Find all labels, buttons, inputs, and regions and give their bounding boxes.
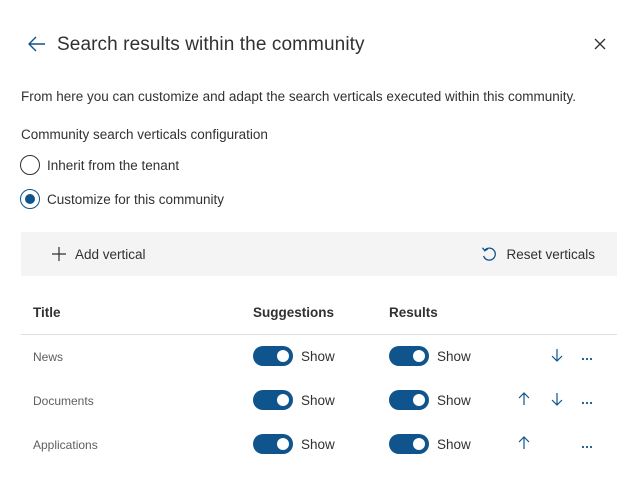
results-toggle[interactable]: Show	[389, 434, 471, 454]
plus-icon	[52, 247, 66, 261]
table-row: Documents Show Show	[21, 379, 617, 423]
close-button[interactable]	[588, 34, 612, 58]
toggle-label: Show	[301, 392, 335, 408]
column-header-title: Title	[33, 305, 61, 320]
move-up-button[interactable]	[513, 390, 535, 412]
toggle-label: Show	[301, 436, 335, 452]
more-icon	[581, 392, 593, 410]
more-options-button[interactable]	[576, 390, 598, 412]
toggle-label: Show	[437, 392, 471, 408]
reset-verticals-label: Reset verticals	[506, 246, 595, 262]
column-header-suggestions: Suggestions	[253, 305, 335, 320]
panel-title: Search results within the community	[57, 34, 365, 55]
results-toggle[interactable]: Show	[389, 390, 471, 410]
more-icon	[581, 348, 593, 366]
arrow-down-icon	[551, 348, 563, 367]
toggle-switch[interactable]	[253, 434, 293, 454]
suggestions-toggle[interactable]: Show	[253, 390, 335, 410]
add-vertical-button[interactable]: Add vertical	[52, 232, 146, 276]
arrow-down-icon	[551, 392, 563, 411]
description-text: From here you can customize and adapt th…	[21, 89, 577, 104]
search-results-panel: Search results within the community From…	[0, 0, 635, 489]
verticals-table: Title Suggestions Results News Show Show	[21, 293, 617, 467]
toggle-switch[interactable]	[389, 434, 429, 454]
suggestions-toggle[interactable]: Show	[253, 434, 335, 454]
radio-dot	[25, 194, 35, 204]
arrow-left-icon	[28, 36, 46, 57]
toggle-label: Show	[301, 348, 335, 364]
radio-button[interactable]	[20, 155, 40, 175]
toggle-knob	[277, 394, 289, 406]
reset-icon	[481, 246, 497, 262]
vertical-title: News	[33, 350, 64, 364]
close-icon	[594, 37, 606, 55]
move-down-button[interactable]	[546, 390, 568, 412]
toggle-switch[interactable]	[389, 390, 429, 410]
table-header: Title Suggestions Results	[21, 293, 617, 335]
arrow-up-icon	[518, 391, 530, 411]
more-options-button[interactable]	[576, 434, 598, 456]
radio-button-checked[interactable]	[20, 189, 40, 209]
move-down-button[interactable]	[546, 346, 568, 368]
toggle-knob	[413, 394, 425, 406]
back-button[interactable]	[24, 34, 50, 58]
reset-verticals-button[interactable]: Reset verticals	[481, 232, 595, 276]
config-label: Community search verticals configuration	[21, 127, 268, 142]
toggle-knob	[413, 350, 425, 362]
more-icon	[581, 436, 593, 454]
toggle-label: Show	[437, 348, 471, 364]
move-up-button[interactable]	[513, 434, 535, 456]
toggle-label: Show	[437, 436, 471, 452]
toggle-knob	[277, 438, 289, 450]
toggle-switch[interactable]	[389, 346, 429, 366]
vertical-title: Documents	[33, 394, 94, 408]
toggle-knob	[277, 350, 289, 362]
column-header-results: Results	[389, 305, 438, 320]
more-options-button[interactable]	[576, 346, 598, 368]
results-toggle[interactable]: Show	[389, 346, 471, 366]
arrow-up-icon	[518, 435, 530, 455]
command-bar: Add vertical Reset verticals	[21, 232, 617, 276]
toggle-switch[interactable]	[253, 346, 293, 366]
radio-inherit-tenant[interactable]: Inherit from the tenant	[20, 155, 179, 175]
suggestions-toggle[interactable]: Show	[253, 346, 335, 366]
toggle-switch[interactable]	[253, 390, 293, 410]
add-vertical-label: Add vertical	[75, 246, 146, 262]
table-row: Applications Show Show	[21, 423, 617, 467]
radio-label: Inherit from the tenant	[47, 157, 180, 173]
radio-label: Customize for this community	[47, 191, 225, 207]
table-row: News Show Show	[21, 335, 617, 379]
vertical-title: Applications	[33, 438, 98, 452]
radio-customize-community[interactable]: Customize for this community	[20, 189, 224, 209]
toggle-knob	[413, 438, 425, 450]
